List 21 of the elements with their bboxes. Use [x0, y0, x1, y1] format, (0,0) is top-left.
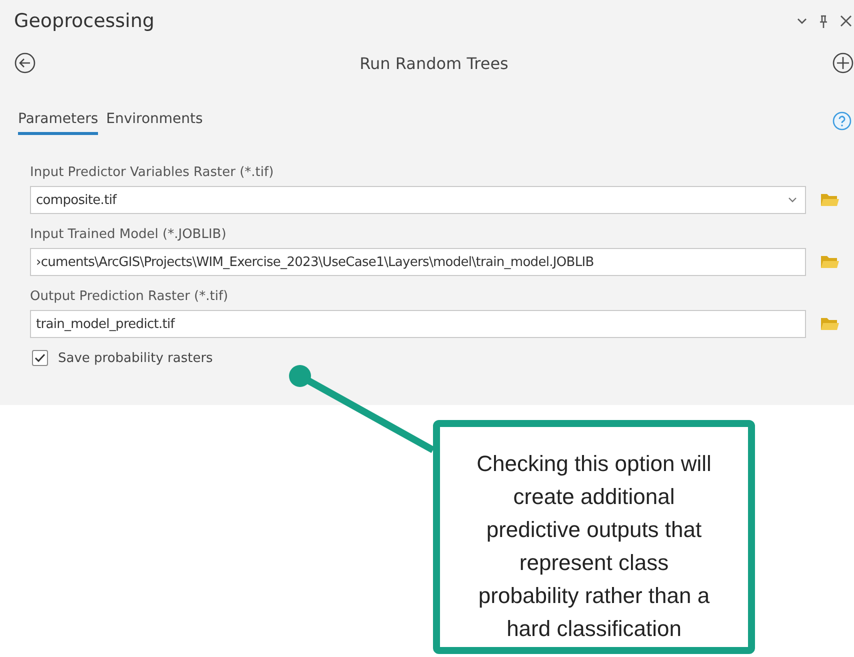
parameter-label: Input Predictor Variables Raster (*.tif) [30, 164, 275, 182]
checkbox[interactable] [32, 350, 48, 366]
check-icon [34, 353, 46, 363]
back-icon[interactable] [14, 52, 36, 74]
tab[interactable]: Environments [106, 107, 203, 135]
chevron-down-icon[interactable] [797, 18, 807, 24]
callout-box: Checking this option will create additional predictive outputs that represent class probability rather than a hard classification [433, 420, 755, 654]
help-icon[interactable] [832, 111, 852, 131]
close-icon[interactable] [840, 15, 852, 27]
input-field[interactable]: train_model_predict.tif [30, 310, 806, 338]
add-icon[interactable] [832, 52, 854, 74]
window-title: Geoprocessing [14, 10, 154, 32]
caret-icon[interactable] [788, 197, 797, 203]
pin-icon[interactable] [819, 14, 828, 28]
tab[interactable]: Parameters [18, 107, 98, 135]
dropdown-field[interactable]: composite.tif [30, 186, 806, 214]
tool-title: Run Random Trees [360, 54, 508, 72]
checkbox-label: Save probability rasters [58, 350, 213, 366]
input-field[interactable]: ›cuments\ArcGIS\Projects\WIM_Exercise_2023\UseCase1\Layers\model\train_model.JOBLIB [30, 248, 806, 276]
parameter-label: Input Trained Model (*.JOBLIB) [30, 226, 228, 244]
parameter-label: Output Prediction Raster (*.tif) [30, 288, 230, 306]
